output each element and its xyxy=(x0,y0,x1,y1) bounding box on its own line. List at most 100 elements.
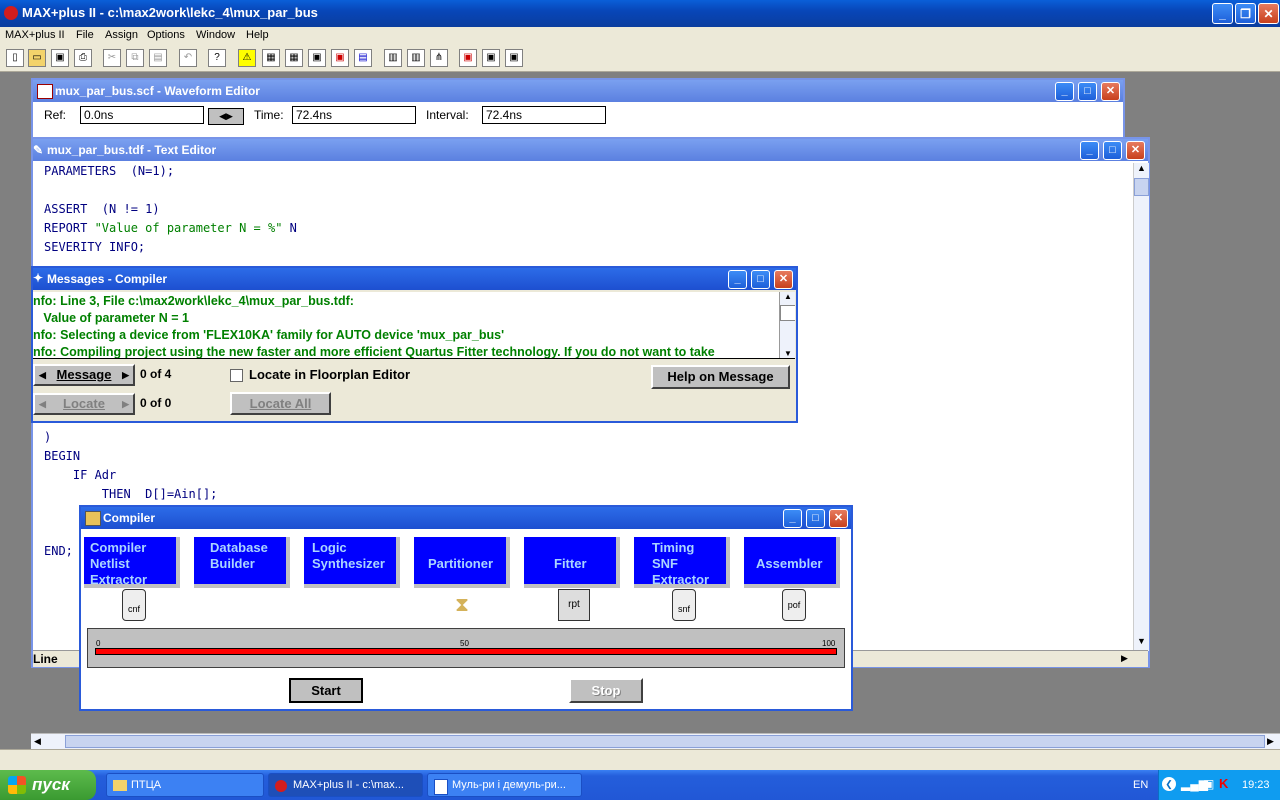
copy-icon[interactable]: ⧉ xyxy=(126,49,144,67)
save-simulate-icon[interactable]: ▣ xyxy=(505,49,523,67)
menu-maxplus[interactable]: MAX+plus II xyxy=(5,29,65,41)
paste-icon[interactable]: ▤ xyxy=(149,49,167,67)
save-icon[interactable]: ▣ xyxy=(51,49,69,67)
prev-arrow-icon[interactable]: ◀ xyxy=(39,366,46,384)
code-line: THEN D[]=Ain[]; xyxy=(44,487,218,501)
message-line[interactable]: nfo: Selecting a device from 'FLEX10KA' … xyxy=(33,328,504,342)
taskbar-item-folder[interactable]: ПТЦА xyxy=(106,773,264,797)
cut-icon[interactable]: ✂ xyxy=(103,49,121,67)
print-icon[interactable]: ⎙ xyxy=(74,49,92,67)
scroll-thumb[interactable] xyxy=(65,735,1265,748)
text-editor-title-bar: ✎ mux_par_bus.tdf - Text Editor _ □ ✕ xyxy=(33,139,1148,161)
next-arrow-icon[interactable]: ▶ xyxy=(122,395,129,413)
messages-maximize-button[interactable]: □ xyxy=(751,270,770,289)
locate-floorplan-checkbox[interactable] xyxy=(230,369,243,382)
mdi-horizontal-scrollbar[interactable]: ◀ ▶ xyxy=(31,733,1280,750)
hscroll-right-icon[interactable]: ▶ xyxy=(1121,653,1128,664)
prev-arrow-icon[interactable]: ◀ xyxy=(39,395,46,413)
taskbar-item-maxplus[interactable]: MAX+plus II - c:\max... xyxy=(268,773,423,797)
menu-options[interactable]: Options xyxy=(147,29,185,41)
menu-window[interactable]: Window xyxy=(196,29,235,41)
messages-window: ✦ Messages - Compiler _ □ ✕ nfo: Line 3,… xyxy=(31,266,798,423)
waveform-minimize-button[interactable]: _ xyxy=(1055,82,1074,101)
message-line[interactable]: nfo: Compiling project using the new fas… xyxy=(33,345,715,358)
snf-file-icon[interactable]: snf xyxy=(672,589,696,621)
scroll-thumb[interactable] xyxy=(1134,178,1149,196)
app-status-bar xyxy=(0,749,1280,771)
close-button[interactable]: ✕ xyxy=(1258,3,1279,24)
help-on-message-button[interactable]: Help on Message xyxy=(651,365,790,389)
start-button-os[interactable]: пуск xyxy=(0,770,96,800)
text-editor-maximize-button[interactable]: □ xyxy=(1103,141,1122,160)
timing-icon[interactable]: ▤ xyxy=(354,49,372,67)
message-nav-button[interactable]: ◀ Message ▶ xyxy=(33,364,135,386)
open-folder-icon[interactable]: ▭ xyxy=(28,49,46,67)
messages-minimize-button[interactable]: _ xyxy=(728,270,747,289)
project-name-icon[interactable]: ▥ xyxy=(384,49,402,67)
save-check-icon[interactable]: ▣ xyxy=(459,49,477,67)
maxplus-app-icon xyxy=(275,780,287,792)
progress-min-label: 0 xyxy=(96,639,101,648)
network-icon[interactable]: ▣ xyxy=(1203,777,1214,791)
message-scrollbar[interactable]: ▲ ▼ xyxy=(779,292,795,358)
ref-arrows[interactable]: ◀▶ xyxy=(208,108,244,125)
text-editor-minimize-button[interactable]: _ xyxy=(1080,141,1099,160)
app-title-bar: MAX+plus II - c:\max2work\lekc_4\mux_par… xyxy=(0,0,1280,27)
waveform-close-button[interactable]: ✕ xyxy=(1101,82,1120,101)
minimize-button[interactable]: _ xyxy=(1212,3,1233,24)
save-compile-icon[interactable]: ▣ xyxy=(482,49,500,67)
warning-icon[interactable]: ⚠ xyxy=(238,49,256,67)
code-line: REPORT "Value of parameter N = %" N xyxy=(44,221,297,235)
time-field[interactable]: 72.4ns xyxy=(292,106,416,124)
locate-all-button[interactable]: Locate All xyxy=(230,392,331,415)
context-help-icon[interactable]: ? xyxy=(208,49,226,67)
stage-assembler: Assembler xyxy=(744,537,840,588)
menu-assign[interactable]: Assign xyxy=(105,29,138,41)
scroll-down-icon[interactable]: ▼ xyxy=(780,349,795,358)
locate-nav-button[interactable]: ◀ Locate ▶ xyxy=(33,393,135,415)
scroll-up-icon[interactable]: ▲ xyxy=(1134,163,1149,178)
taskbar-item-word[interactable]: Муль-ри і демуль-ри... xyxy=(427,773,582,797)
floorplan-icon[interactable]: ▦ xyxy=(285,49,303,67)
locate-floorplan-label[interactable]: Locate in Floorplan Editor xyxy=(249,367,410,382)
restore-button[interactable]: ❐ xyxy=(1235,3,1256,24)
text-editor-close-button[interactable]: ✕ xyxy=(1126,141,1145,160)
menu-help[interactable]: Help xyxy=(246,29,269,41)
next-arrow-icon[interactable]: ▶ xyxy=(122,366,129,384)
message-line[interactable]: nfo: Line 3, File c:\max2work\lekc_4\mux… xyxy=(33,294,354,308)
rpt-file-icon[interactable]: rpt xyxy=(558,589,590,621)
scroll-left-icon[interactable]: ◀ xyxy=(34,736,41,747)
waveform-maximize-button[interactable]: □ xyxy=(1078,82,1097,101)
app-title: MAX+plus II - c:\max2work\lekc_4\mux_par… xyxy=(22,5,318,20)
compiler-minimize-button[interactable]: _ xyxy=(783,509,802,528)
scroll-right-icon[interactable]: ▶ xyxy=(1267,736,1274,747)
compile-icon[interactable]: ▣ xyxy=(308,49,326,67)
hierarchy-tree-icon[interactable]: ⋔ xyxy=(430,49,448,67)
stop-button[interactable]: Stop xyxy=(569,678,643,703)
tray-arrow-icon[interactable]: ❮ xyxy=(1162,777,1176,791)
compiler-close-button[interactable]: ✕ xyxy=(829,509,848,528)
antivirus-icon[interactable]: K xyxy=(1219,776,1228,791)
simulate-icon[interactable]: ▣ xyxy=(331,49,349,67)
ref-field[interactable]: 0.0ns xyxy=(80,106,204,124)
scroll-up-icon[interactable]: ▲ xyxy=(780,292,795,305)
scroll-thumb[interactable] xyxy=(780,305,795,321)
cnf-file-icon[interactable]: cnf xyxy=(122,589,146,621)
start-button[interactable]: Start xyxy=(289,678,363,703)
language-indicator[interactable]: EN xyxy=(1133,779,1148,791)
taskbar-item-label: Муль-ри і демуль-ри... xyxy=(452,779,566,791)
vertical-scrollbar[interactable]: ▲ ▼ xyxy=(1133,163,1149,651)
pof-file-icon[interactable]: pof xyxy=(782,589,806,621)
undo-icon[interactable]: ↶ xyxy=(179,49,197,67)
compiler-maximize-button[interactable]: □ xyxy=(806,509,825,528)
app-icon[interactable] xyxy=(4,6,18,20)
menu-file[interactable]: File xyxy=(76,29,94,41)
interval-field[interactable]: 72.4ns xyxy=(482,106,606,124)
hierarchy-icon[interactable]: ▦ xyxy=(262,49,280,67)
scroll-down-icon[interactable]: ▼ xyxy=(1134,636,1149,651)
top-of-hierarchy-icon[interactable]: ▥ xyxy=(407,49,425,67)
message-line[interactable]: Value of parameter N = 1 xyxy=(33,311,189,325)
new-file-icon[interactable]: ▯ xyxy=(6,49,24,67)
messages-close-button[interactable]: ✕ xyxy=(774,270,793,289)
message-list[interactable]: nfo: Line 3, File c:\max2work\lekc_4\mux… xyxy=(33,292,795,359)
